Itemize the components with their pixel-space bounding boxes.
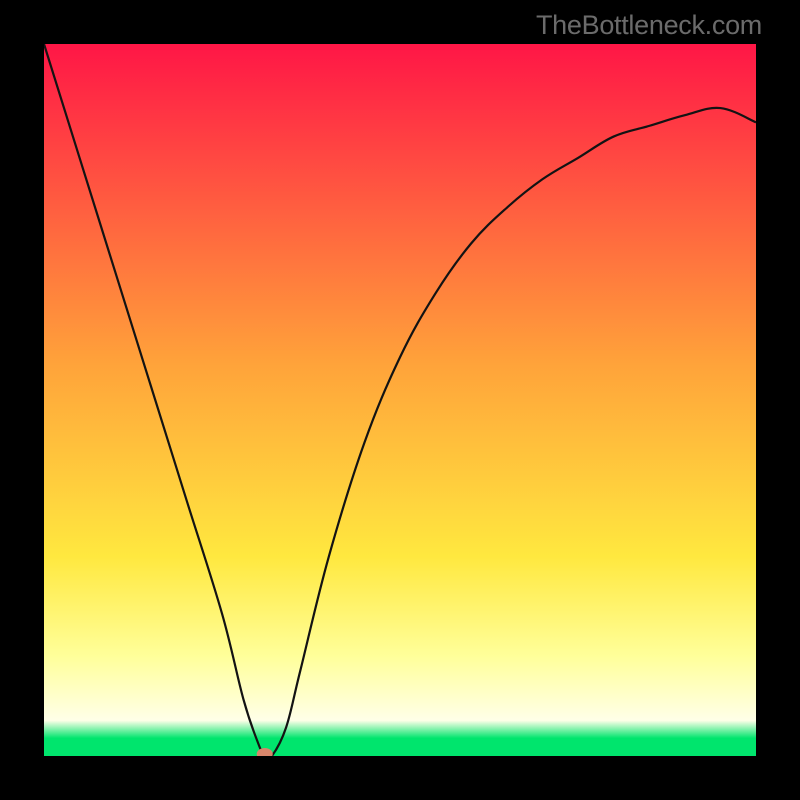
gradient-background — [44, 44, 756, 756]
bottleneck-chart — [44, 44, 756, 756]
plot-frame — [44, 44, 756, 756]
branding-watermark: TheBottleneck.com — [536, 10, 762, 41]
